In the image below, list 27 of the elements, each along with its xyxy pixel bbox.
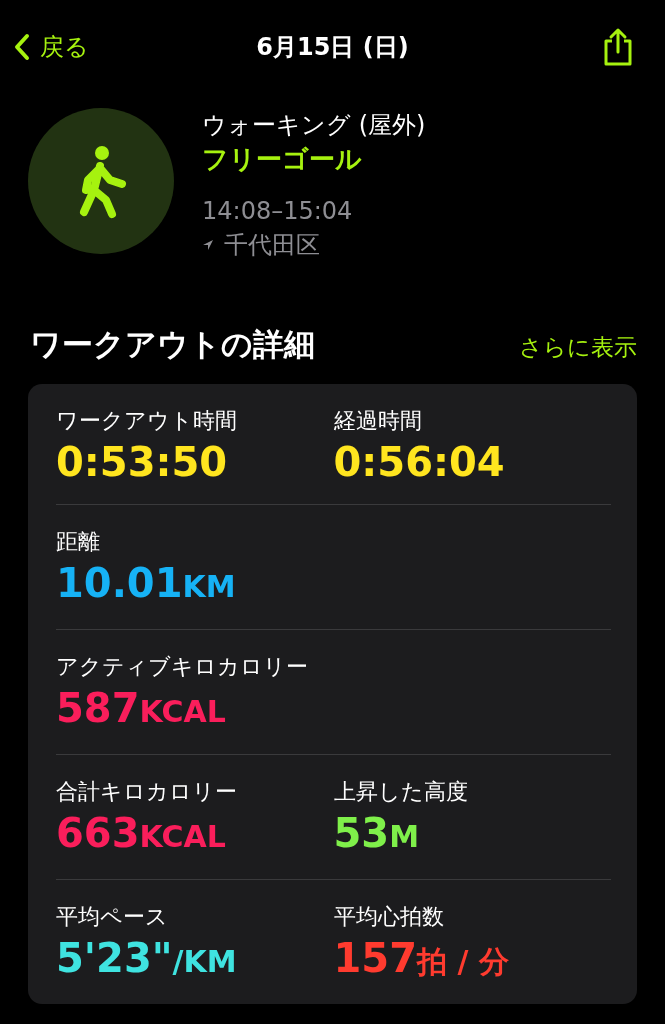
metric-label: 合計キロカロリー (56, 778, 238, 806)
metric-value: 53M (333, 809, 421, 858)
location-arrow-icon (202, 239, 214, 251)
metric-label: 平均ペース (56, 903, 169, 931)
back-button[interactable]: 戻る (14, 31, 89, 63)
metric-value: 0:53:50 (56, 438, 229, 487)
metric-label: 平均心拍数 (333, 903, 445, 931)
chevron-icon (14, 33, 30, 61)
metric-value: 157拍 / 分 (333, 934, 510, 983)
workout-time: 14:08–15:04 (202, 196, 354, 227)
metric-value: 0:56:04 (333, 438, 506, 487)
metric-value: 5'23"/KM (56, 934, 238, 983)
walking-icon (28, 108, 174, 254)
metric-value: 663KCAL (56, 809, 227, 858)
metric-value: 10.01KM (56, 559, 237, 608)
metric-label: 距離 (56, 528, 101, 556)
metric-label: 経過時間 (333, 407, 423, 435)
metric-value: 587KCAL (56, 684, 227, 733)
metric-label: 上昇した高度 (333, 778, 469, 806)
workout-goal: フリーゴール (202, 143, 363, 176)
workout-name: ウォーキング (屋外) (202, 110, 426, 141)
workout-location: 千代田区 (224, 230, 320, 261)
show-more-link[interactable]: さらに表示 (519, 332, 637, 363)
section-title: ワークアウトの詳細 (30, 325, 315, 364)
metric-label: ワークアウト時間 (56, 407, 238, 435)
date-title: 6月15日 (日) (256, 32, 409, 63)
metric-label: アクティブキロカロリー (56, 653, 309, 681)
